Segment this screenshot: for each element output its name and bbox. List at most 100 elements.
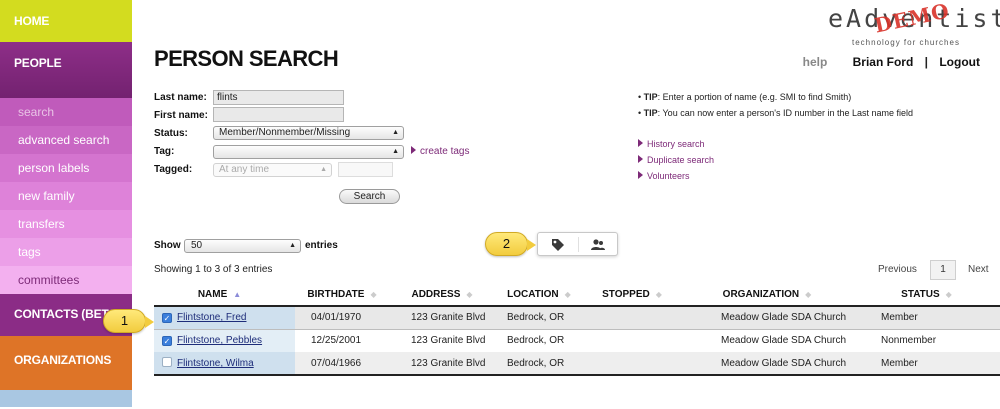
tip-2: • TIP: You can now enter a person's ID n… xyxy=(638,108,914,118)
previous-page-button[interactable]: Previous xyxy=(878,264,917,275)
row-checkbox[interactable]: ✓ xyxy=(162,313,172,324)
page-size-select[interactable]: 50 ▲ xyxy=(184,239,301,253)
help-link[interactable]: help xyxy=(803,55,828,69)
status-select[interactable]: Member/Nonmember/Missing ▲ xyxy=(213,126,404,140)
row-checkbox[interactable] xyxy=(162,357,172,367)
cell-status: Member xyxy=(863,305,1000,330)
sort-icon: ◆ xyxy=(655,290,662,299)
status-select-value: Member/Nonmember/Missing xyxy=(219,127,351,138)
history-search-link[interactable]: History search xyxy=(638,139,705,149)
page-number-button[interactable]: 1 xyxy=(930,260,956,280)
create-tags-label: create tags xyxy=(420,146,470,157)
column-header-label: NAME xyxy=(197,289,228,300)
cell-stopped xyxy=(593,329,681,352)
history-search-label: History search xyxy=(647,139,705,149)
tag-label: Tag: xyxy=(154,146,175,157)
nav-advanced-search[interactable]: advanced search xyxy=(0,126,132,154)
tag-icon[interactable] xyxy=(550,237,566,253)
next-page-button[interactable]: Next xyxy=(968,264,989,275)
duplicate-search-label: Duplicate search xyxy=(647,155,715,165)
table-row[interactable]: ✓ Flintstone, Pebbles 12/25/2001 123 Gran… xyxy=(154,329,1000,352)
cell-status: Nonmember xyxy=(863,329,1000,352)
create-tags-link[interactable]: create tags xyxy=(411,146,469,157)
cell-location: Bedrock, OR xyxy=(495,329,593,352)
column-header-label: LOCATION xyxy=(507,289,559,300)
cell-organization: Meadow Glade SDA Church xyxy=(681,305,863,330)
user-name-link[interactable]: Brian Ford xyxy=(853,55,914,69)
column-header-stopped[interactable]: STOPPED ◆ xyxy=(593,284,681,307)
callout-1: 1 xyxy=(103,309,154,333)
entries-label: entries xyxy=(305,240,338,251)
nav-committees[interactable]: committees xyxy=(0,266,132,294)
nav-person-labels[interactable]: person labels xyxy=(0,154,132,182)
column-header-birthdate[interactable]: BIRTHDATE ◆ xyxy=(295,284,399,307)
cell-organization: Meadow Glade SDA Church xyxy=(681,329,863,352)
logo-tagline: technology for churches xyxy=(852,38,960,47)
cell-address: 123 Granite Blvd xyxy=(399,329,495,352)
nav-people-search[interactable]: search xyxy=(0,98,132,126)
sort-icon: ◆ xyxy=(466,290,473,299)
cell-stopped xyxy=(593,352,681,376)
select-arrows-icon: ▲ xyxy=(289,242,296,249)
nav-organizations[interactable]: ORGANIZATIONS xyxy=(0,336,132,390)
tip-1-label: TIP xyxy=(643,92,658,102)
select-arrows-icon: ▲ xyxy=(392,148,399,155)
nav-tags[interactable]: tags xyxy=(0,238,132,266)
tagged-select[interactable]: At any time ▲ xyxy=(213,163,332,177)
last-name-input[interactable]: flints xyxy=(213,90,344,105)
column-header-location[interactable]: LOCATION ◆ xyxy=(495,284,593,307)
column-header-label: BIRTHDATE xyxy=(307,289,365,300)
duplicate-search-link[interactable]: Duplicate search xyxy=(638,155,714,165)
column-header-name[interactable]: NAME ▲ xyxy=(154,284,295,307)
tagged-date-input[interactable] xyxy=(338,162,393,177)
tagged-select-value: At any time xyxy=(219,164,270,175)
person-link[interactable]: Flintstone, Pebbles xyxy=(177,335,262,346)
cell-name: ✓ Flintstone, Pebbles xyxy=(154,329,295,352)
results-table: NAME ▲ BIRTHDATE ◆ ADDRESS ◆ LOCATION ◆ STOP… xyxy=(154,284,1000,376)
cell-address: 123 Granite Blvd xyxy=(399,305,495,330)
triangle-right-icon xyxy=(638,171,643,179)
cell-stopped xyxy=(593,305,681,330)
user-nav: help Brian Ford | Logout xyxy=(803,55,980,69)
sort-icon: ◆ xyxy=(564,290,571,299)
column-header-address[interactable]: ADDRESS ◆ xyxy=(399,284,495,307)
table-row[interactable]: ✓ Flintstone, Fred 04/01/1970 123 Granite… xyxy=(154,305,1000,330)
person-link[interactable]: Flintstone, Wilma xyxy=(177,358,254,369)
first-name-input[interactable] xyxy=(213,107,344,122)
search-button[interactable]: Search xyxy=(339,189,400,204)
tip-2-text: : You can now enter a person's ID number… xyxy=(657,108,914,118)
show-label: Show xyxy=(154,240,181,251)
nav-transfers[interactable]: transfers xyxy=(0,210,132,238)
triangle-right-icon xyxy=(411,146,416,154)
volunteers-link[interactable]: Volunteers xyxy=(638,171,690,181)
status-label: Status: xyxy=(154,128,188,139)
sort-icon: ◆ xyxy=(945,290,952,299)
user-nav-separator: | xyxy=(924,55,928,69)
volunteers-label: Volunteers xyxy=(647,171,690,181)
cell-organization: Meadow Glade SDA Church xyxy=(681,352,863,376)
table-row[interactable]: Flintstone, Wilma 07/04/1966 123 Granite… xyxy=(154,352,1000,376)
first-name-label: First name: xyxy=(154,110,208,121)
nav-new-family[interactable]: new family xyxy=(0,182,132,210)
people-icon[interactable] xyxy=(590,237,606,253)
nav-home[interactable]: HOME xyxy=(0,0,132,42)
cell-location: Bedrock, OR xyxy=(495,305,593,330)
column-header-status[interactable]: STATUS ◆ xyxy=(863,284,1000,307)
person-link[interactable]: Flintstone, Fred xyxy=(177,312,246,323)
triangle-right-icon xyxy=(638,155,643,163)
eadventist-logo: eAdventist technology for churches DEMO xyxy=(828,0,1000,50)
cell-status: Member xyxy=(863,352,1000,376)
cell-birthdate: 12/25/2001 xyxy=(295,329,399,352)
column-header-organization[interactable]: ORGANIZATION ◆ xyxy=(681,284,863,307)
logout-link[interactable]: Logout xyxy=(939,55,980,69)
nav-next-section[interactable] xyxy=(0,390,132,407)
cell-address: 123 Granite Blvd xyxy=(399,352,495,376)
nav-people[interactable]: PEOPLE xyxy=(0,42,132,98)
sidebar: HOME PEOPLE search advanced search perso… xyxy=(0,0,132,409)
bulk-action-toolbar xyxy=(537,232,618,256)
cell-name: ✓ Flintstone, Fred xyxy=(154,305,295,330)
sort-icon: ◆ xyxy=(370,290,377,299)
row-checkbox[interactable]: ✓ xyxy=(162,336,172,347)
page-size-value: 50 xyxy=(191,240,203,251)
tag-select[interactable]: ▲ xyxy=(213,145,404,159)
